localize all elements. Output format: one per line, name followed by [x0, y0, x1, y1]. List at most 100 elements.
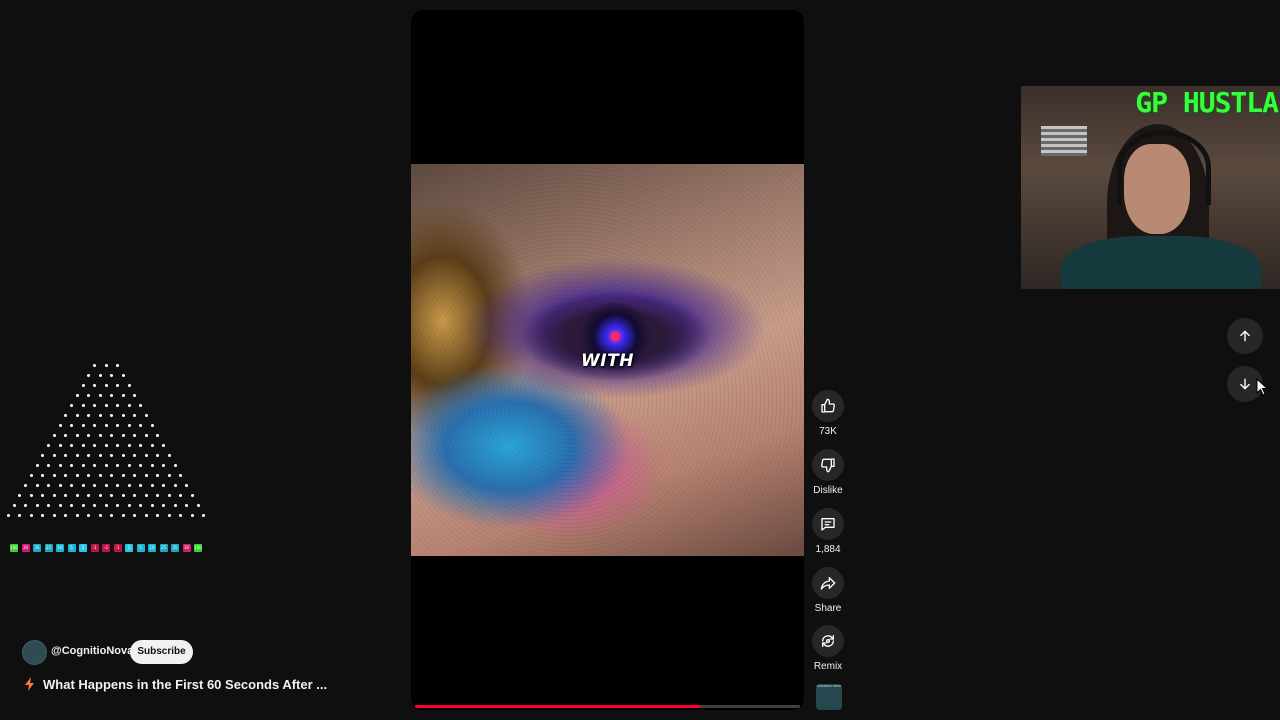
plinko-peg [70, 504, 73, 507]
like-button[interactable] [812, 390, 844, 422]
video-player[interactable]: WITH [411, 10, 804, 710]
plinko-peg [29, 494, 33, 497]
plinko-peg [139, 484, 142, 487]
plinko-peg [58, 424, 62, 427]
plinko-peg [116, 404, 119, 407]
plinko-peg [64, 434, 68, 437]
plinko-peg [70, 424, 73, 427]
remix-button[interactable] [812, 625, 844, 657]
plinko-peg [150, 464, 154, 467]
plinko-peg [127, 424, 131, 427]
plinko-peg [144, 474, 148, 477]
plinko-peg [24, 504, 27, 507]
channel-handle[interactable]: @CognitioNova [51, 645, 133, 657]
plinko-multiplier: -1 [90, 544, 99, 552]
remix-icon [822, 635, 834, 647]
plinko-peg [93, 364, 96, 367]
plinko-peg [144, 494, 148, 497]
plinko-peg [98, 494, 102, 497]
plinko-peg [41, 494, 45, 497]
plinko-peg [52, 434, 56, 437]
plinko-peg [144, 434, 148, 437]
lightning-icon [25, 677, 34, 691]
plinko-peg [87, 374, 91, 377]
plinko-peg [64, 454, 68, 457]
plinko-multiplier: 100 [10, 544, 18, 552]
plinko-peg [35, 504, 39, 507]
comment-button[interactable] [812, 508, 844, 540]
plinko-peg [139, 444, 142, 447]
share-button[interactable] [812, 567, 844, 599]
plinko-peg [18, 494, 22, 497]
plinko-peg [104, 464, 108, 467]
plinko-peg [196, 504, 200, 507]
share-label: Share [814, 603, 842, 614]
plinko-peg [116, 364, 119, 367]
plinko-peg [98, 414, 102, 417]
plinko-peg [87, 414, 91, 417]
plinko-peg [110, 434, 114, 437]
dislike-button[interactable] [812, 449, 844, 481]
plinko-peg [116, 424, 119, 427]
plinko-multiplier: -1 [113, 544, 122, 552]
plinko-peg [162, 504, 165, 507]
webcam-brand-text: GP HUSTLA [1135, 86, 1279, 119]
plinko-peg [116, 504, 119, 507]
previous-video-button[interactable] [1227, 318, 1263, 354]
plinko-multiplier: 5 [67, 544, 76, 552]
plinko-peg [81, 464, 85, 467]
plinko-peg [139, 424, 142, 427]
plinko-peg [173, 484, 177, 487]
plinko-peg [127, 484, 131, 487]
plinko-peg [64, 514, 68, 517]
plinko-peg [121, 454, 125, 457]
share-action: Share [808, 567, 848, 614]
plinko-peg [162, 484, 165, 487]
plinko-multiplier: 25 [44, 544, 53, 552]
share-arrow-icon [820, 577, 836, 590]
comment-icon [821, 518, 835, 531]
plinko-peg [87, 454, 91, 457]
plinko-peg [52, 454, 56, 457]
remix-action: Remix [808, 625, 848, 672]
plinko-peg [98, 474, 102, 477]
plinko-peg [52, 474, 56, 477]
video-caption: WITH [581, 351, 634, 371]
streamer-body [1061, 236, 1261, 289]
plinko-multiplier: 5 [136, 544, 145, 552]
subscribe-button[interactable]: Subscribe [130, 640, 193, 664]
plinko-peg [75, 514, 79, 517]
plinko-peg [173, 504, 177, 507]
plinko-peg [167, 494, 171, 497]
plinko-peg [162, 464, 165, 467]
plinko-peg [81, 504, 85, 507]
plinko-peg [98, 394, 102, 397]
plinko-peg [70, 484, 73, 487]
video-title[interactable]: What Happens in the First 60 Seconds Aft… [43, 677, 327, 692]
progress-bar[interactable] [415, 705, 800, 708]
channel-avatar[interactable] [22, 640, 47, 665]
plinko-peg [52, 514, 56, 517]
plinko-peg [41, 454, 45, 457]
progress-fill [415, 705, 700, 708]
plinko-peg [116, 484, 119, 487]
thumbs-up-icon [821, 398, 835, 413]
plinko-peg [116, 464, 119, 467]
plinko-peg [29, 474, 33, 477]
plinko-peg [24, 484, 27, 487]
plinko-peg [121, 374, 125, 377]
plinko-peg [133, 474, 137, 477]
plinko-peg [139, 504, 142, 507]
plinko-peg [104, 444, 108, 447]
plinko-peg [75, 414, 79, 417]
plinko-peg [18, 514, 22, 517]
plinko-peg [75, 394, 79, 397]
plinko-multiplier: 35 [33, 544, 41, 552]
plinko-peg [162, 444, 165, 447]
plinko-peg [173, 464, 177, 467]
plinko-peg [81, 384, 85, 387]
plinko-peg [104, 384, 108, 387]
plinko-peg [139, 464, 142, 467]
plinko-peg [64, 414, 68, 417]
channel-thumbnail[interactable]: COGNITIO NOVA [816, 684, 842, 710]
